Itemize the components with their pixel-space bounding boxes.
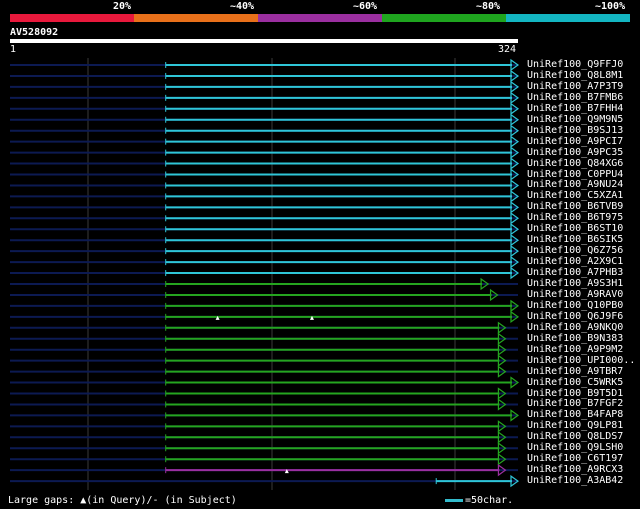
- hit-label[interactable]: UniRef100_A9PCI7: [527, 136, 623, 147]
- hit-label[interactable]: UniRef100_Q9FFJ0: [527, 59, 623, 70]
- scale-note: =50char.: [465, 495, 514, 506]
- hit-label[interactable]: UniRef100_B9T5D1: [527, 388, 623, 399]
- hit-label[interactable]: UniRef100_UPI000..: [527, 355, 635, 366]
- hit-label[interactable]: UniRef100_C5WRK5: [527, 377, 623, 388]
- hit-label[interactable]: UniRef100_B7FHH4: [527, 103, 623, 114]
- scale-legend: =50char.: [445, 495, 513, 506]
- hit-label[interactable]: UniRef100_Q84XG6: [527, 158, 623, 169]
- hit-label[interactable]: UniRef100_Q9M9N5: [527, 114, 623, 125]
- hit-label[interactable]: UniRef100_A2X9C1: [527, 256, 623, 267]
- hit-label[interactable]: UniRef100_B7FGF2: [527, 398, 623, 409]
- hit-label[interactable]: UniRef100_A9PC35: [527, 147, 623, 158]
- hit-label[interactable]: UniRef100_C6T197: [527, 453, 623, 464]
- hit-label[interactable]: UniRef100_A9RAV0: [527, 289, 623, 300]
- hit-label[interactable]: UniRef100_C5XZA1: [527, 190, 623, 201]
- hit-label[interactable]: UniRef100_B9N383: [527, 333, 623, 344]
- hit-label[interactable]: UniRef100_A9NU24: [527, 179, 623, 190]
- hit-label[interactable]: UniRef100_Q9LSH0: [527, 442, 623, 453]
- hit-label[interactable]: UniRef100_A7P3T9: [527, 81, 623, 92]
- hit-label[interactable]: UniRef100_A7PHB3: [527, 267, 623, 278]
- hit-label[interactable]: UniRef100_A9NKQ0: [527, 322, 623, 333]
- hit-label[interactable]: UniRef100_Q8LDS7: [527, 431, 623, 442]
- hit-label[interactable]: UniRef100_A3AB42: [527, 475, 623, 486]
- hit-label[interactable]: UniRef100_B9SJ13: [527, 125, 623, 136]
- hit-label[interactable]: UniRef100_A9TBR7: [527, 366, 623, 377]
- hit-label[interactable]: UniRef100_Q6J9F6: [527, 311, 623, 322]
- hit-label[interactable]: UniRef100_A9P9M2: [527, 344, 623, 355]
- hit-label[interactable]: UniRef100_A9S3H1: [527, 278, 623, 289]
- hit-label[interactable]: UniRef100_A9RCX3: [527, 464, 623, 475]
- large-gaps-legend: Large gaps: ▲(in Query)/- (in Subject): [8, 495, 237, 506]
- hit-label[interactable]: UniRef100_B7FMB6: [527, 92, 623, 103]
- hit-label[interactable]: UniRef100_B6TVB9: [527, 201, 623, 212]
- hit-label[interactable]: UniRef100_Q9LP81: [527, 420, 623, 431]
- hit-label[interactable]: UniRef100_C0PPU4: [527, 169, 623, 180]
- hit-label[interactable]: UniRef100_B4FAP8: [527, 409, 623, 420]
- hit-label[interactable]: UniRef100_Q6Z756: [527, 245, 623, 256]
- hit-label[interactable]: UniRef100_Q10PB0: [527, 300, 623, 311]
- hit-label[interactable]: UniRef100_B6T975: [527, 212, 623, 223]
- hit-label[interactable]: UniRef100_Q8L8M1: [527, 70, 623, 81]
- hit-label[interactable]: UniRef100_B6SIK5: [527, 234, 623, 245]
- scale-swatch: [445, 499, 463, 502]
- hit-label[interactable]: UniRef100_B6ST10: [527, 223, 623, 234]
